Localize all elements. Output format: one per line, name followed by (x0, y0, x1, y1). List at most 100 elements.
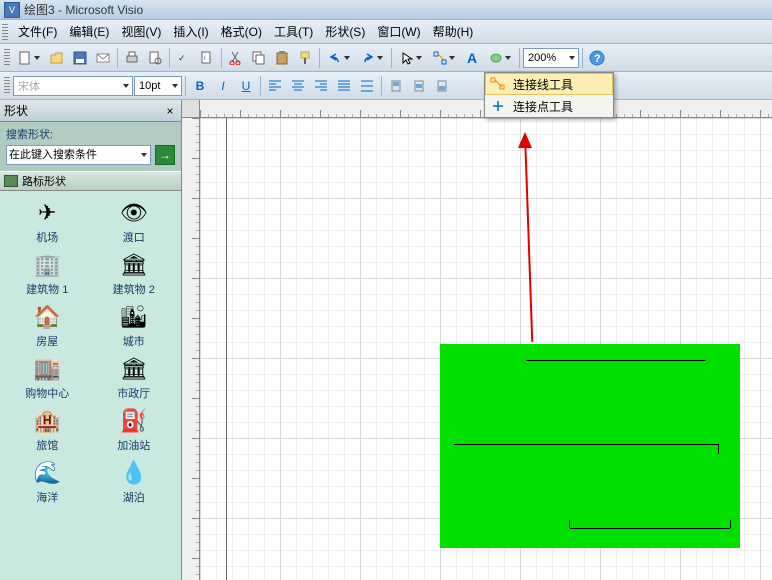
shape-label: 加油站 (117, 437, 150, 453)
shape-stencil-item[interactable]: 🏛市政厅 (99, 355, 169, 401)
distribute-button[interactable] (356, 75, 378, 97)
drawing-tools-button[interactable] (484, 47, 516, 69)
email-button[interactable] (92, 47, 114, 69)
shape-label: 机场 (36, 229, 58, 245)
toolbar-grip[interactable] (4, 49, 10, 67)
search-shapes-section: 搜索形状: 在此键入搜索条件 → (0, 122, 181, 171)
toolbar-grip[interactable] (4, 77, 10, 95)
shape-stencil-item[interactable]: 🏢 建筑物 1 (12, 251, 82, 297)
font-value: 宋体 (18, 78, 40, 94)
shape-stencil-item[interactable]: ⛽加油站 (99, 407, 169, 453)
pointer-tool-button[interactable] (395, 47, 427, 69)
align-right-button[interactable] (310, 75, 332, 97)
bold-button[interactable]: B (189, 75, 211, 97)
connection-point-icon (489, 98, 507, 114)
undo-button[interactable] (323, 47, 355, 69)
paste-button[interactable] (271, 47, 293, 69)
help-button[interactable]: ? (586, 47, 608, 69)
search-shapes-input[interactable]: 在此键入搜索条件 (6, 145, 151, 165)
menubar: 文件(F) 编辑(E) 视图(V) 插入(I) 格式(O) 工具(T) 形状(S… (0, 20, 772, 44)
ruler-corner (182, 100, 200, 118)
text-tool-button[interactable]: A (461, 47, 483, 69)
save-button[interactable] (69, 47, 91, 69)
menu-insert[interactable]: 插入(I) (167, 21, 214, 42)
shape-stencil-item[interactable]: 🏨旅馆 (12, 407, 82, 453)
font-size-combo[interactable]: 10pt (134, 76, 182, 96)
shape-icon: 🏠 (29, 303, 65, 331)
align-center-button[interactable] (287, 75, 309, 97)
separator (221, 48, 222, 68)
print-button[interactable] (121, 47, 143, 69)
research-button[interactable]: i (196, 47, 218, 69)
shape-label: 购物中心 (25, 385, 69, 401)
menu-tools[interactable]: 工具(T) (268, 21, 319, 42)
vertical-ruler[interactable] (182, 118, 200, 580)
italic-button[interactable]: I (212, 75, 234, 97)
shape-stencil-item[interactable]: 👁 渡口 (99, 199, 169, 245)
shape-label: 海洋 (36, 489, 58, 505)
shape-icon: 💧 (116, 459, 152, 487)
cut-button[interactable] (225, 47, 247, 69)
shape-stencil-item[interactable]: 🏛建筑物 2 (99, 251, 169, 297)
shape-stencil-item[interactable]: 💧湖泊 (99, 459, 169, 505)
underline-button[interactable]: U (235, 75, 257, 97)
shape-label: 建筑物 2 (113, 281, 155, 297)
titlebar: V 绘图3 - Microsoft Visio (0, 0, 772, 20)
connector-line-icon (489, 76, 507, 92)
menu-help[interactable]: 帮助(H) (427, 21, 480, 42)
shapes-panel-header: 形状 × (0, 100, 181, 122)
connector-line-2[interactable] (454, 444, 718, 445)
svg-text:?: ? (594, 53, 601, 65)
menubar-grip[interactable] (2, 24, 8, 40)
close-panel-button[interactable]: × (163, 104, 177, 118)
menu-edit[interactable]: 编辑(E) (63, 21, 115, 42)
align-justify-button[interactable] (333, 75, 355, 97)
copy-button[interactable] (248, 47, 270, 69)
spelling-button[interactable]: ✓ (173, 47, 195, 69)
menu-file[interactable]: 文件(F) (12, 21, 63, 42)
shape-icon: 👁 (116, 199, 152, 227)
connector-line-3[interactable] (570, 528, 730, 529)
menu-shape[interactable]: 形状(S) (319, 21, 371, 42)
shape-stencil-item[interactable]: 🏠 房屋 (12, 303, 82, 349)
menu-format[interactable]: 格式(O) (215, 21, 268, 42)
open-button[interactable] (46, 47, 68, 69)
align-top-button[interactable] (385, 75, 407, 97)
separator (260, 76, 261, 96)
shape-category-header[interactable]: 路标形状 (0, 171, 181, 191)
separator (117, 48, 118, 68)
connector-line-tool-item[interactable]: 连接线工具 (485, 73, 613, 95)
new-button[interactable] (13, 47, 45, 69)
canvas-area (182, 100, 772, 580)
menu-view[interactable]: 视图(V) (115, 21, 167, 42)
shape-stencil-item[interactable]: 🏙城市 (99, 303, 169, 349)
shape-label: 房屋 (36, 333, 58, 349)
align-bottom-button[interactable] (431, 75, 453, 97)
separator (169, 48, 170, 68)
shape-label: 建筑物 1 (26, 281, 68, 297)
connector-line-1[interactable] (526, 360, 706, 361)
shape-stencil-item[interactable]: 🌊 海洋 (12, 459, 82, 505)
shape-icon: 🌊 (29, 459, 65, 487)
standard-toolbar: ✓ i A 200% ? (0, 44, 772, 72)
shape-stencil-item[interactable]: 🏬购物中心 (12, 355, 82, 401)
green-rectangle-shape[interactable] (440, 344, 740, 548)
format-painter-button[interactable] (294, 47, 316, 69)
align-middle-button[interactable] (408, 75, 430, 97)
align-left-button[interactable] (264, 75, 286, 97)
shape-label: 渡口 (123, 229, 145, 245)
search-go-button[interactable]: → (155, 145, 175, 165)
redo-button[interactable] (356, 47, 388, 69)
connector-tool-button[interactable] (428, 47, 460, 69)
search-placeholder: 在此键入搜索条件 (9, 149, 97, 161)
zoom-combo[interactable]: 200% (523, 48, 579, 68)
shape-stencil-item[interactable]: ✈机场 (12, 199, 82, 245)
separator (381, 76, 382, 96)
menu-window[interactable]: 窗口(W) (371, 21, 426, 42)
drawing-canvas[interactable] (200, 118, 772, 580)
shape-icon: 🏢 (29, 251, 65, 279)
font-combo[interactable]: 宋体 (13, 76, 133, 96)
print-preview-button[interactable] (144, 47, 166, 69)
connection-point-tool-item[interactable]: 连接点工具 (485, 95, 613, 117)
category-icon (4, 175, 18, 187)
